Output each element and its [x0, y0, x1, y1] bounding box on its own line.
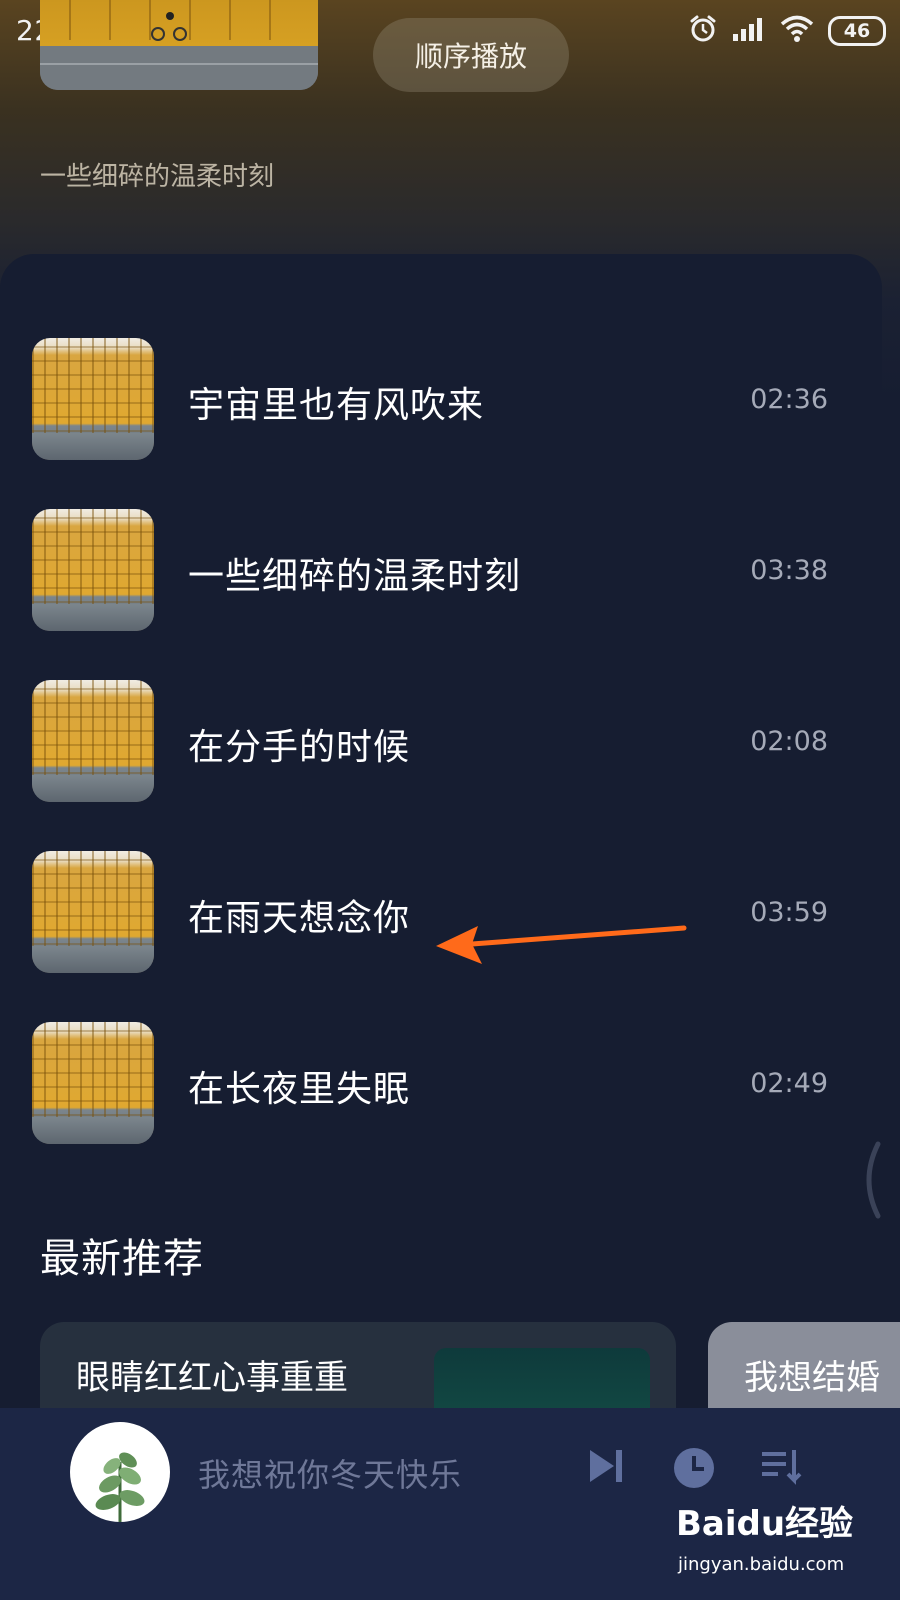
section-title-latest: 最新推荐	[40, 1236, 204, 1282]
annotation-arrow	[436, 925, 687, 964]
song-row[interactable]: 在长夜里失眠 02:49	[0, 1022, 882, 1146]
music-app-screen: 22:06	[0, 0, 900, 1600]
song-row[interactable]: 在分手的时候 02:08	[0, 680, 882, 804]
watermark: Baidu经验 jingyan.baidu.com	[676, 1496, 886, 1596]
battery-indicator: 46	[828, 16, 886, 46]
status-icons: 46	[688, 14, 886, 48]
song-title: 在雨天想念你	[188, 898, 411, 939]
song-thumbnail	[32, 680, 154, 802]
timer-icon[interactable]	[672, 1446, 716, 1494]
song-duration: 02:36	[750, 384, 828, 415]
song-duration: 02:49	[750, 1068, 828, 1099]
now-playing-cover[interactable]	[70, 1422, 170, 1522]
watermark-brand: Baidu经验	[676, 1504, 854, 1544]
song-title: 在长夜里失眠	[188, 1069, 411, 1110]
playlist-icon[interactable]	[760, 1446, 804, 1494]
playlist-cover	[40, 0, 318, 90]
song-thumbnail	[32, 509, 154, 631]
song-duration: 03:59	[750, 897, 828, 928]
recommend-card-title: 我想结婚	[744, 1358, 880, 1398]
song-title: 一些细碎的温柔时刻	[188, 556, 522, 597]
wifi-icon	[780, 15, 814, 47]
recommend-card-title: 眼睛红红心事重重	[76, 1358, 348, 1398]
song-title: 在分手的时候	[188, 727, 411, 768]
watermark-url: jingyan.baidu.com	[678, 1554, 845, 1575]
song-thumbnail	[32, 1022, 154, 1144]
playlist-description: 一些细碎的温柔时刻	[40, 162, 275, 192]
next-track-icon[interactable]	[586, 1446, 626, 1490]
now-playing-title: 我想祝你冬天快乐	[198, 1456, 463, 1494]
alarm-icon	[688, 14, 718, 48]
side-handle-icon[interactable]	[856, 1140, 886, 1220]
song-duration: 02:08	[750, 726, 828, 757]
song-duration: 03:38	[750, 555, 828, 586]
song-row[interactable]: 一些细碎的温柔时刻 03:38	[0, 509, 882, 633]
song-row[interactable]: 宇宙里也有风吹来 02:36	[0, 338, 882, 462]
song-thumbnail	[32, 338, 154, 460]
song-title: 宇宙里也有风吹来	[188, 385, 485, 426]
cellular-signal-icon	[732, 16, 766, 46]
song-thumbnail	[32, 851, 154, 973]
play-mode-button[interactable]: 顺序播放	[373, 18, 569, 92]
